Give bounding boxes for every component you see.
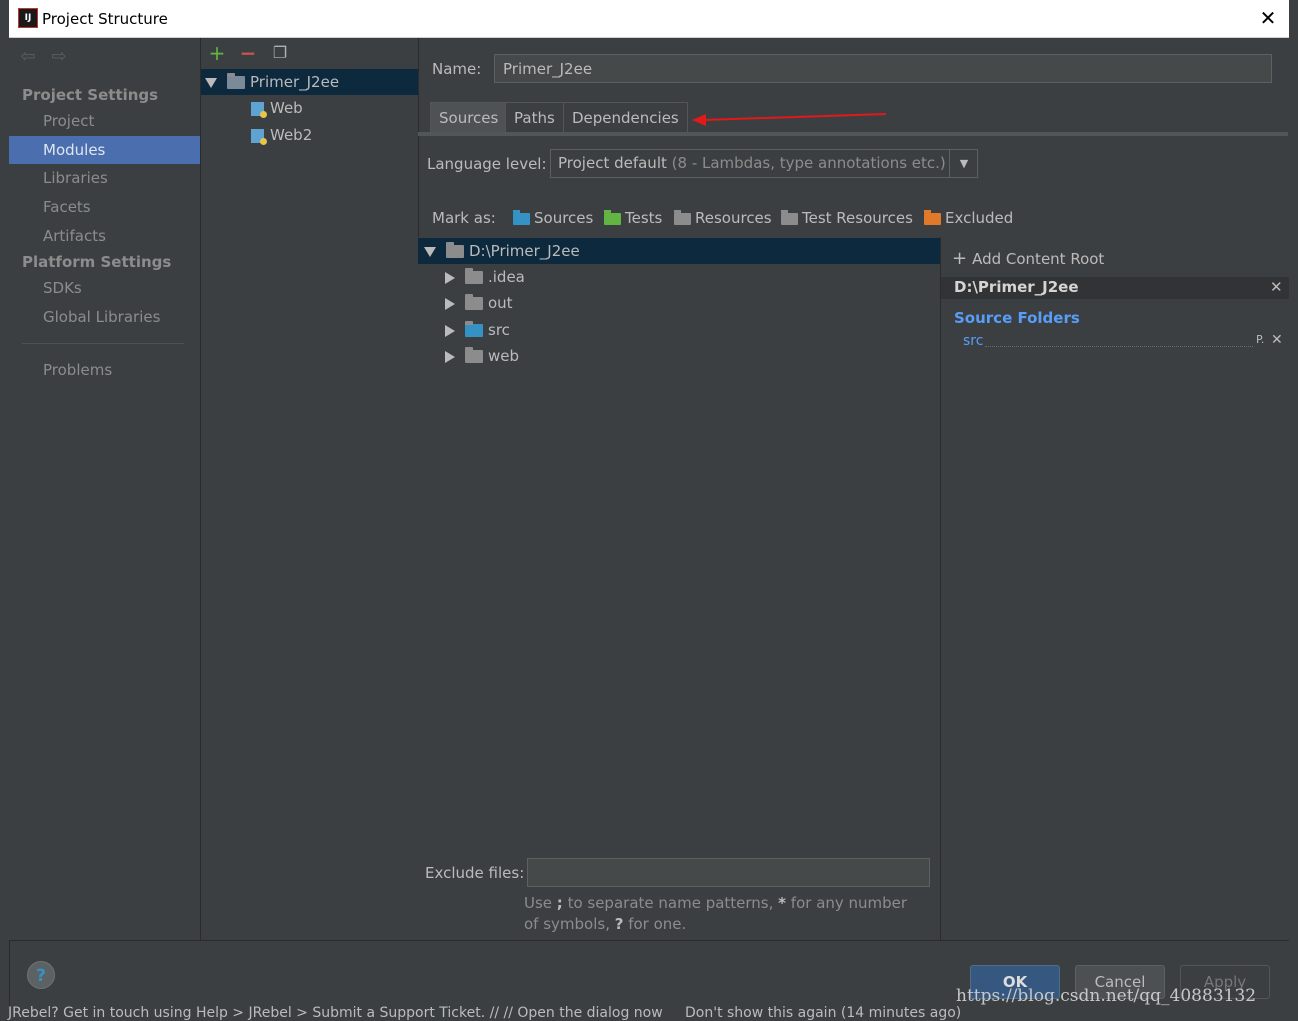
add-module-icon[interactable]: + (206, 42, 228, 64)
sidebar-item-libraries[interactable]: Libraries (9, 164, 200, 192)
mark-as-excluded-label: Excluded (945, 209, 1014, 227)
copy-module-icon[interactable]: ❐ (269, 42, 291, 64)
mark-as-tests-button[interactable]: Tests (604, 208, 662, 228)
close-window-button[interactable]: ✕ (1256, 6, 1280, 30)
tab-sources[interactable]: Sources (430, 102, 508, 133)
tab-underline (418, 132, 1288, 136)
folder-icon (465, 347, 483, 363)
excluded-folder-icon (924, 209, 941, 225)
sidebar-divider (22, 343, 184, 344)
resources-folder-icon (674, 209, 691, 225)
content-root-label: D:\Primer_J2ee (469, 242, 580, 260)
language-level-label: Language level: (427, 155, 547, 173)
background-editor-right (1289, 0, 1298, 1018)
module-item-label: Web2 (270, 126, 313, 144)
background-status-text: JRebel? Get in touch using Help > JRebel… (8, 1005, 663, 1021)
folder-icon (465, 268, 483, 284)
folder-icon (465, 294, 483, 310)
module-tree-item-web[interactable]: Web (251, 95, 303, 121)
test-resources-folder-icon (781, 209, 798, 225)
dotted-leader (985, 346, 1253, 347)
language-level-select[interactable]: Project default (8 - Lambdas, type annot… (550, 149, 978, 178)
expand-triangle-icon[interactable] (205, 77, 217, 88)
folder-label: out (488, 294, 513, 312)
sidebar-item-problems[interactable]: Problems (9, 356, 200, 384)
tree-folder-out[interactable]: out (445, 290, 513, 316)
language-level-value: Project default (558, 154, 667, 172)
annotation-arrow (692, 113, 887, 126)
add-content-root-button[interactable]: + Add Content Root (952, 248, 1104, 269)
mark-as-sources-button[interactable]: Sources (513, 208, 593, 228)
sidebar-item-global-libraries[interactable]: Global Libraries (9, 303, 200, 331)
source-folder-icon (465, 321, 483, 337)
folder-label: src (488, 321, 510, 339)
remove-source-folder-icon[interactable]: ✕ (1271, 332, 1283, 348)
content-root-path: D:\Primer_J2ee (954, 278, 1079, 296)
platform-settings-header: Platform Settings (22, 253, 172, 271)
language-level-detail: (8 - Lambdas, type annotations etc.) (671, 154, 946, 172)
remove-content-root-icon[interactable]: ✕ (1270, 278, 1283, 296)
dropdown-arrow-icon[interactable]: ▼ (949, 149, 978, 178)
tab-dependencies[interactable]: Dependencies (563, 102, 688, 133)
name-label: Name: (432, 60, 482, 78)
mark-as-test-resources-button[interactable]: Test Resources (781, 208, 913, 228)
source-folders-title: Source Folders (954, 309, 1080, 327)
back-arrow-icon[interactable]: ⇦ (17, 46, 39, 68)
sidebar-item-project[interactable]: Project (9, 107, 200, 135)
intellij-icon: IJ (18, 8, 38, 28)
watermark: https://blog.csdn.net/qq_40883132 (956, 986, 1257, 1006)
web-module-icon (251, 128, 267, 145)
plus-icon: + (952, 248, 968, 269)
remove-module-icon[interactable]: − (237, 42, 259, 64)
collapse-triangle-icon[interactable] (445, 271, 455, 284)
exclude-files-field[interactable] (527, 858, 930, 887)
module-folder-icon (227, 73, 245, 89)
mark-as-excluded-button[interactable]: Excluded (924, 208, 1013, 228)
sidebar-item-modules[interactable]: Modules (9, 136, 200, 164)
content-roots-panel (941, 237, 1289, 940)
tree-folder-web[interactable]: web (445, 343, 519, 369)
mark-as-sources-label: Sources (534, 209, 594, 227)
mark-as-tests-label: Tests (625, 209, 663, 227)
expand-triangle-icon[interactable] (424, 246, 436, 257)
source-folder-item[interactable]: src (963, 333, 983, 349)
mark-as-resources-label: Resources (695, 209, 772, 227)
module-name-field[interactable] (494, 54, 1272, 83)
sources-folder-icon (513, 209, 530, 225)
folder-properties-icon[interactable]: P. (1256, 333, 1264, 346)
mark-as-resources-button[interactable]: Resources (674, 208, 772, 228)
exclude-files-label: Exclude files: (425, 864, 525, 882)
module-tree-item-web2[interactable]: Web2 (251, 122, 312, 148)
sidebar-item-sdks[interactable]: SDKs (9, 274, 200, 302)
mark-as-test-resources-label: Test Resources (802, 209, 913, 227)
forward-arrow-icon[interactable]: ⇨ (48, 46, 70, 68)
help-button[interactable]: ? (27, 961, 55, 989)
background-status-text-dim: Don't show this again (14 minutes ago) (685, 1005, 962, 1021)
collapse-triangle-icon[interactable] (445, 350, 455, 363)
tree-folder-src[interactable]: src (445, 317, 510, 343)
project-settings-header: Project Settings (22, 86, 159, 104)
sidebar-item-artifacts[interactable]: Artifacts (9, 222, 200, 250)
collapse-triangle-icon[interactable] (445, 297, 455, 310)
folder-icon (446, 242, 464, 258)
mark-as-label: Mark as: (432, 209, 496, 227)
tree-folder-idea[interactable]: .idea (445, 264, 525, 290)
add-content-root-label: Add Content Root (972, 250, 1105, 268)
folder-label: .idea (488, 268, 525, 286)
window-title: Project Structure (42, 10, 168, 28)
exclude-files-help: Use ; to separate name patterns, * for a… (524, 894, 908, 933)
content-root-row[interactable]: D:\Primer_J2ee (418, 238, 940, 264)
module-root-label: Primer_J2ee (250, 73, 340, 91)
folder-label: web (488, 347, 520, 365)
module-tree-root[interactable]: Primer_J2ee (201, 69, 418, 95)
collapse-triangle-icon[interactable] (445, 324, 455, 337)
module-tree-panel (201, 38, 419, 940)
title-bar (9, 0, 1289, 38)
bottom-divider (9, 940, 1289, 941)
sidebar-item-facets[interactable]: Facets (9, 193, 200, 221)
module-item-label: Web (270, 99, 303, 117)
tab-paths[interactable]: Paths (505, 102, 564, 133)
tests-folder-icon (604, 209, 621, 225)
web-module-icon (251, 101, 267, 118)
